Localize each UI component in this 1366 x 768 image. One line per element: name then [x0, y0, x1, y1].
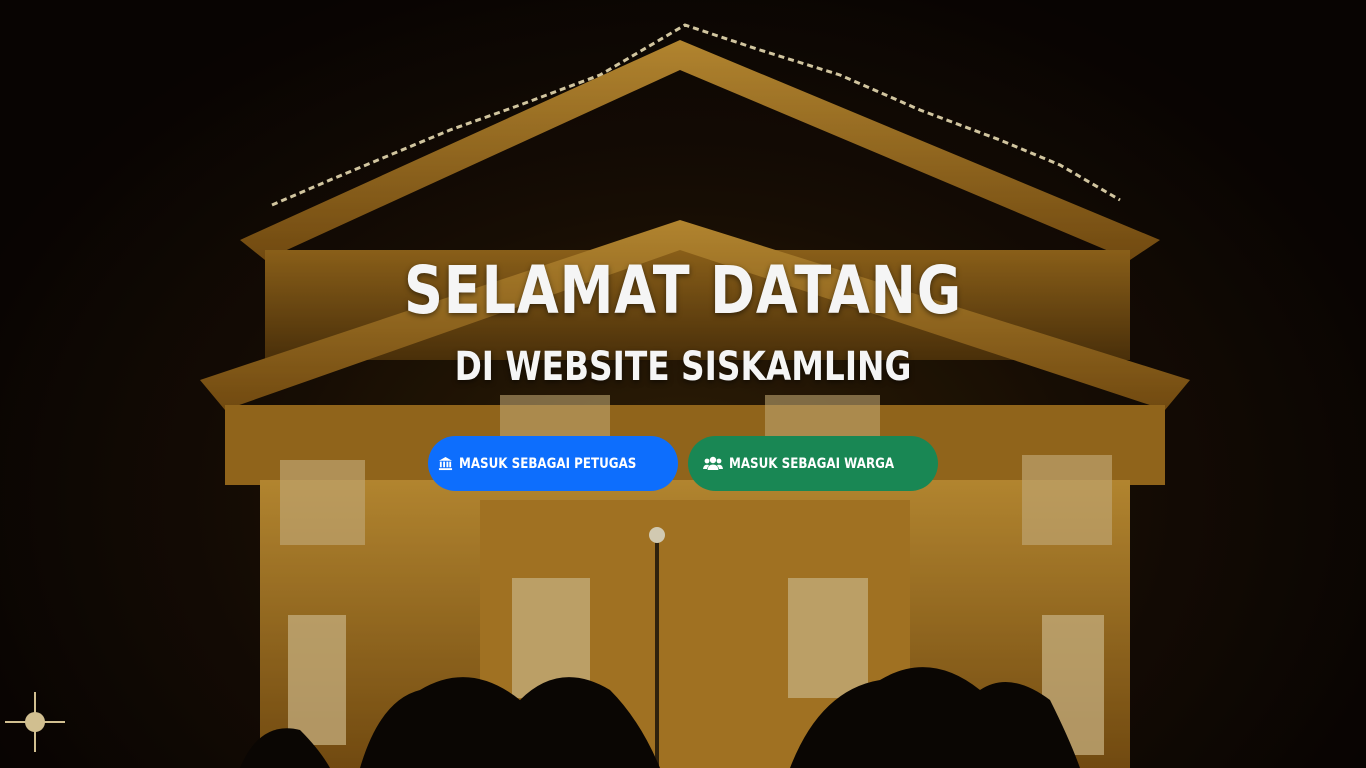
- hero-content: SELAMAT DATANG DI WEBSITE SISKAMLING MAS…: [0, 0, 1366, 768]
- users-icon: [702, 456, 723, 471]
- login-petugas-button[interactable]: MASUK SEBAGAI PETUGAS: [428, 436, 678, 491]
- page-subtitle: DI WEBSITE SISKAMLING: [454, 344, 912, 390]
- login-petugas-label: MASUK SEBAGAI PETUGAS: [459, 455, 637, 472]
- login-warga-button[interactable]: MASUK SEBAGAI WARGA: [688, 436, 938, 491]
- hero-section: SELAMAT DATANG DI WEBSITE SISKAMLING MAS…: [0, 0, 1366, 768]
- building-columns-icon: [438, 456, 453, 471]
- page-title: SELAMAT DATANG: [403, 252, 963, 329]
- login-warga-label: MASUK SEBAGAI WARGA: [728, 455, 894, 472]
